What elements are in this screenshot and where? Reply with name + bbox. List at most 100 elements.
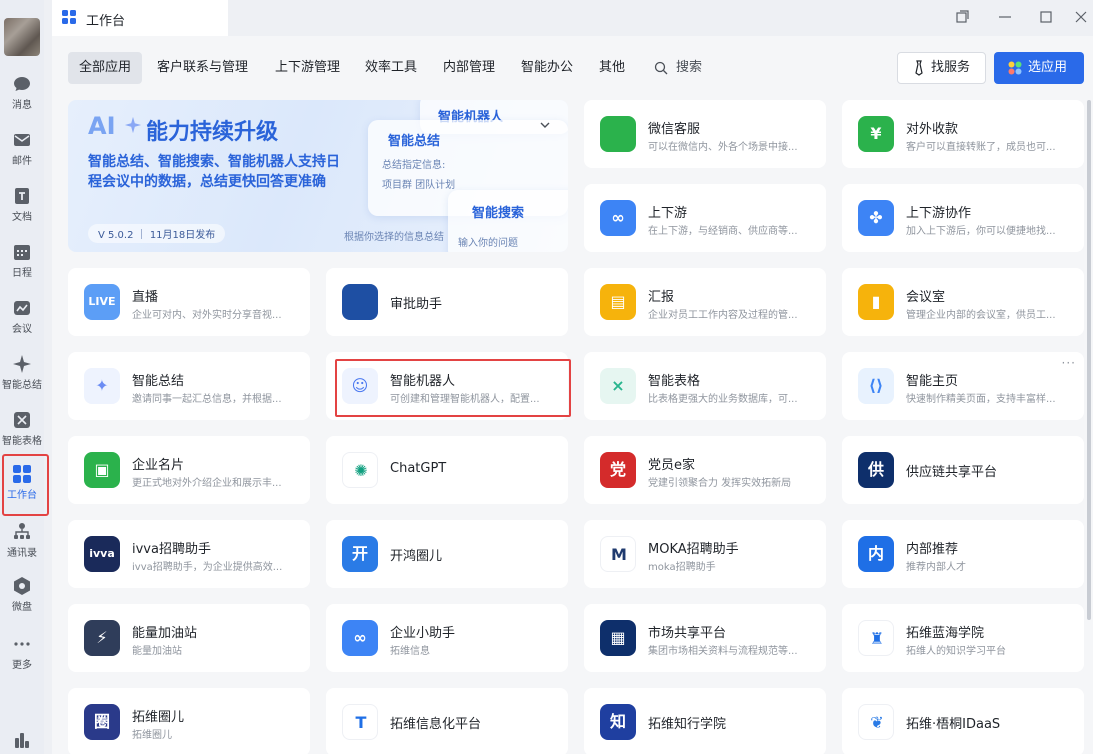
kaihong-icon: 开 [342, 536, 378, 572]
app-card[interactable]: ▤ 汇报 企业对员工工作内容及过程的管... [584, 268, 826, 336]
app-card[interactable]: LIVE 直播 企业可对内、对外实时分享音视... [68, 268, 310, 336]
app-card[interactable]: ✤ 上下游协作 加入上下游后，你可以便捷地找... [842, 184, 1084, 252]
app-card[interactable]: ivva ivva招聘助手 ivva招聘助手，为企业提供高效... [68, 520, 310, 588]
app-card[interactable]: Μ MOKA招聘助手 moka招聘助手 [584, 520, 826, 588]
sidebar-item-mail[interactable]: 邮件 [0, 126, 44, 178]
sidebar-item-docs[interactable]: 文档 [0, 182, 44, 234]
message-icon [14, 77, 30, 91]
sidebar-item-label: 智能总结 [2, 380, 42, 391]
app-name: 智能表格 [648, 374, 701, 389]
ai-sparkle-icon: ✦ [84, 368, 120, 404]
app-card[interactable]: ∞ 企业小助手 拓维信息 [326, 604, 568, 672]
app-card[interactable]: ⨯ 智能表格 比表格更强大的业务数据库，可... [584, 352, 826, 420]
app-card[interactable]: ¥ 对外收款 客户可以直接转账了，成员也可... [842, 100, 1084, 168]
tab-customer[interactable]: 客户联系与管理 [146, 52, 259, 84]
app-description: 比表格更强大的业务数据库，可... [648, 394, 798, 405]
app-name: 智能主页 [906, 374, 959, 389]
pop-out-icon[interactable] [951, 6, 973, 28]
tab-all-apps[interactable]: 全部应用 [68, 52, 143, 84]
avatar[interactable] [4, 18, 40, 56]
sidebar-item-calendar[interactable]: 日程 [0, 238, 44, 290]
business-card-icon: ▣ [84, 452, 120, 488]
tab-efficiency[interactable]: 效率工具 [354, 52, 428, 84]
tab-internal[interactable]: 内部管理 [432, 52, 506, 84]
app-card[interactable]: ♜ 拓维蓝海学院 拓维人的知识学习平台 [842, 604, 1084, 672]
energy-station-icon: ⚡ [84, 620, 120, 656]
app-card[interactable]: 审批助手 [326, 268, 568, 336]
talkweb-t-icon: T [342, 704, 378, 740]
app-description: 推荐内部人才 [906, 562, 966, 573]
app-description: moka招聘助手 [648, 562, 716, 573]
app-card[interactable]: 圈拓维圈儿 拓维圈儿 [68, 688, 310, 754]
colorful-grid-icon [1008, 61, 1022, 75]
app-name: 开鸿圈儿 [390, 549, 443, 564]
app-description: 拓维圈儿 [132, 730, 172, 741]
app-description: 更正式地对外介绍企业和展示丰... [132, 478, 282, 489]
banner-version: V 5.0.2 ｜ 11月18日发布 [88, 224, 226, 243]
sidebar-item-contacts[interactable]: 通讯录 [0, 518, 44, 570]
minimize-icon[interactable] [994, 6, 1016, 28]
banner-card-summary-sub: 总结指定信息: [382, 160, 446, 171]
app-description: 邀请同事一起汇总信息，并根据... [132, 394, 282, 405]
ai-upgrade-banner[interactable]: 智能机器人 智能总结 总结指定信息: 项目群 团队计划 根据你选择的信息总结 智… [68, 100, 568, 252]
banner-title: 能力持续升级 [146, 120, 279, 145]
more-dots-icon [14, 642, 30, 646]
active-item-highlight [2, 454, 49, 516]
app-card[interactable]: 供供应链共享平台 [842, 436, 1084, 504]
sidebar-item-more[interactable]: 更多 [0, 630, 44, 682]
app-card[interactable]: ✺ ChatGPT [326, 436, 568, 504]
app-name: 直播 [132, 290, 159, 305]
banner-card-search: 智能搜索 输入你的问题 [448, 190, 568, 252]
window-tab[interactable]: 工作台 [52, 0, 228, 36]
scrollbar[interactable] [1087, 100, 1091, 620]
app-card[interactable]: 知拓维知行学院 [584, 688, 826, 754]
statistics-icon[interactable] [12, 730, 32, 750]
talkweb-circle-icon: 圈 [84, 704, 120, 740]
sidebar-item-meeting[interactable]: 会议 [0, 294, 44, 346]
tab-other[interactable]: 其他 [588, 52, 636, 84]
app-card[interactable]: ✦ 智能总结 邀请同事一起汇总信息，并根据... [68, 352, 310, 420]
ivva-logo-icon: ivva [84, 536, 120, 572]
app-description: 可以在微信内、外各个场景中接... [648, 142, 798, 153]
app-card[interactable]: 党党员e家 党建引领聚合力 发挥实效拓新局 [584, 436, 826, 504]
app-card[interactable]: T 拓维信息化平台 [326, 688, 568, 754]
app-name: 上下游 [648, 206, 688, 221]
app-card[interactable]: 微信客服 可以在微信内、外各个场景中接... [584, 100, 826, 168]
banner-card-summary-chips: 项目群 团队计划 [382, 180, 456, 191]
party-home-icon: 党 [600, 452, 636, 488]
close-icon[interactable] [1070, 6, 1092, 28]
app-card[interactable]: 内内部推荐 推荐内部人才 [842, 520, 1084, 588]
search-label: 搜索 [676, 60, 703, 75]
payment-icon: ¥ [858, 116, 894, 152]
tab-upstream-downstream[interactable]: 上下游管理 [264, 52, 351, 84]
select-apps-button[interactable]: 选应用 [994, 52, 1084, 84]
app-name: 会议室 [906, 290, 946, 305]
maximize-icon[interactable] [1035, 6, 1057, 28]
sidebar-item-smart-table[interactable]: 智能表格 [0, 406, 44, 458]
sidebar-item-smart-summary[interactable]: 智能总结 [0, 350, 44, 402]
app-card[interactable]: ▦ 市场共享平台 集团市场相关资料与流程规范等... [584, 604, 826, 672]
find-service-button[interactable]: 找服务 [897, 52, 986, 84]
app-card[interactable]: ▣ 企业名片 更正式地对外介绍企业和展示丰... [68, 436, 310, 504]
meeting-icon [14, 301, 30, 315]
more-options-icon[interactable]: ··· [1062, 356, 1076, 370]
app-name: 对外收款 [906, 122, 959, 137]
chevron-down-icon[interactable] [538, 118, 552, 132]
app-name: ChatGPT [390, 461, 447, 476]
sidebar-item-messages[interactable]: 消息 [0, 70, 44, 122]
app-card[interactable]: ⚡ 能量加油站 能量加油站 [68, 604, 310, 672]
sidebar-item-label: 日程 [12, 268, 32, 279]
app-card[interactable]: ▮ 会议室 管理企业内部的会议室，供员工... [842, 268, 1084, 336]
sidebar-item-label: 文档 [12, 212, 32, 223]
app-description: 集团市场相关资料与流程规范等... [648, 646, 798, 657]
app-card[interactable]: ⟨⟩ 智能主页 快速制作精美页面，支持丰富样... ··· [842, 352, 1084, 420]
app-card[interactable]: 开开鸿圈儿 [326, 520, 568, 588]
app-description: 加入上下游后，你可以便捷地找... [906, 226, 1056, 237]
banner-description: 智能总结、智能搜索、智能机器人支持日程会议中的数据，总结更快回答更准确 [88, 154, 340, 190]
app-card[interactable]: ❦ 拓维·梧桐IDaaS [842, 688, 1084, 754]
app-card[interactable]: ∞ 上下游 在上下游，与经销商、供应商等... [584, 184, 826, 252]
sidebar-item-drive[interactable]: 微盘 [0, 572, 44, 624]
tab-smart-office[interactable]: 智能办公 [510, 52, 584, 84]
app-name: 拓维信息化平台 [390, 717, 482, 732]
app-name: ivva招聘助手 [132, 542, 211, 557]
